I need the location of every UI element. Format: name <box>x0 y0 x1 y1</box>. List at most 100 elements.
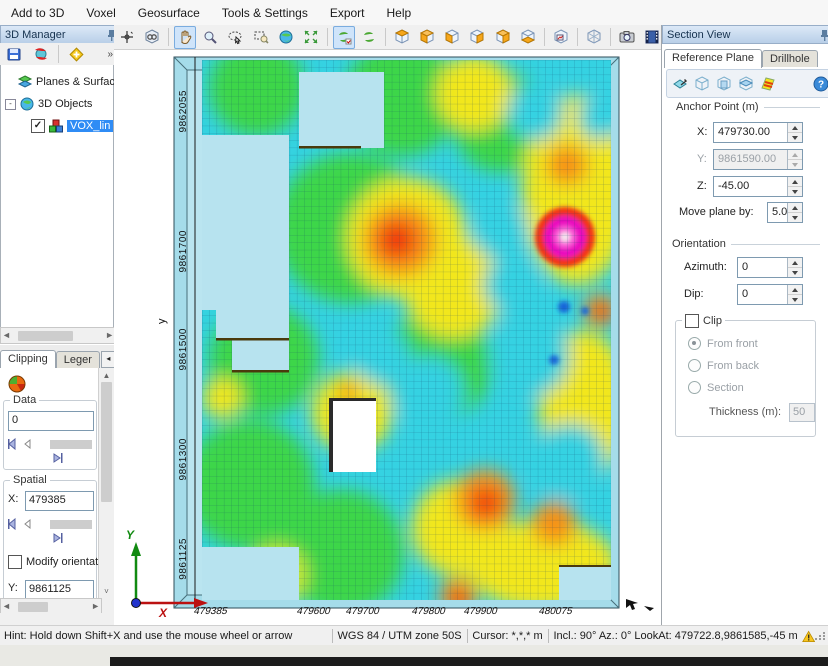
plot-view-button[interactable] <box>550 26 572 49</box>
perspective-button[interactable] <box>583 26 605 49</box>
dip-field[interactable]: 0 <box>737 284 803 305</box>
pick-button[interactable] <box>116 26 138 49</box>
radio-icon[interactable] <box>688 359 701 372</box>
y-axis-tick: 9861125 <box>178 538 189 580</box>
spinner[interactable] <box>787 123 802 142</box>
view-top-button[interactable] <box>391 26 413 49</box>
warning-icon[interactable] <box>802 629 815 644</box>
modify-orientation-checkbox[interactable] <box>8 555 22 569</box>
spinner[interactable] <box>787 203 802 222</box>
scroll-left-icon[interactable]: ◄ <box>2 331 11 340</box>
scroll-down-icon[interactable]: ˅ <box>99 587 114 596</box>
voxel-visibility-checkbox[interactable]: ✓ <box>31 119 45 133</box>
plane-in-cube-icon[interactable] <box>716 76 732 92</box>
tab-drillhole[interactable]: Drillhole <box>762 50 818 67</box>
slice-cube-icon[interactable] <box>738 76 754 92</box>
menu-voxel[interactable]: Voxel <box>75 1 126 25</box>
tree-item-3d-objects[interactable]: - 3D Objects <box>5 95 92 113</box>
clip-sphere-icon[interactable] <box>7 374 27 394</box>
refresh-view-button[interactable] <box>358 26 380 49</box>
tab-legend[interactable]: Leger <box>56 351 100 368</box>
spatial-x-field[interactable]: 479385 <box>25 491 94 511</box>
tab-reference-plane[interactable]: Reference Plane <box>664 49 762 68</box>
zoom-button[interactable] <box>199 26 221 49</box>
help-icon[interactable]: ? <box>813 76 828 92</box>
toolbar-separator <box>58 45 59 63</box>
cube-right-icon <box>520 29 536 45</box>
azimuth-field[interactable]: 0 <box>737 257 803 278</box>
add-item-button[interactable] <box>64 43 88 66</box>
svg-text:?: ? <box>818 79 824 90</box>
auto-refresh-button[interactable] <box>333 26 355 49</box>
lasso-select-button[interactable] <box>224 26 246 49</box>
link-views-button[interactable] <box>141 26 163 49</box>
menu-geosurface[interactable]: Geosurface <box>127 1 211 25</box>
record-video-button[interactable] <box>641 26 663 49</box>
scrollbar-thumb[interactable] <box>18 331 73 341</box>
fit-to-view-button[interactable] <box>300 26 322 49</box>
spatial-y-field[interactable]: 9861125 <box>25 580 94 600</box>
clip-legend: Clip <box>682 314 725 328</box>
spinner[interactable] <box>787 285 802 304</box>
clipping-vscrollbar[interactable]: ▲ ˅ <box>98 368 114 614</box>
spinner[interactable] <box>787 258 802 277</box>
collapse-icon[interactable]: - <box>5 99 16 110</box>
tree-item-label: Planes & Surfac <box>36 76 115 88</box>
add-icon <box>68 46 84 62</box>
colored-section-icon[interactable] <box>760 76 776 92</box>
modify-orientation-row[interactable]: Modify orientat <box>8 555 98 569</box>
menu-tools-settings[interactable]: Tools & Settings <box>211 1 319 25</box>
menu-add-to-3d[interactable]: Add to 3D <box>0 1 75 25</box>
clip-from-back-option[interactable]: From back <box>688 359 759 372</box>
voxel-heatmap[interactable] <box>202 60 611 600</box>
save-scene-button[interactable] <box>2 43 26 66</box>
world-extent-button[interactable] <box>275 26 297 49</box>
plane-cube-icon[interactable] <box>694 76 710 92</box>
pan-button[interactable] <box>174 26 196 49</box>
x-axis-tick: 479700 <box>345 606 381 617</box>
scroll-right-icon[interactable]: ► <box>91 602 100 611</box>
menu-export[interactable]: Export <box>319 1 376 25</box>
anchor-z-field[interactable]: -45.00 <box>713 176 803 197</box>
refresh-scene-button[interactable] <box>29 43 53 66</box>
scrollbar-thumb[interactable] <box>18 602 48 612</box>
tab-clipping[interactable]: Clipping <box>0 350 56 369</box>
scrollbar-thumb[interactable] <box>101 382 112 502</box>
anchor-x-field[interactable]: 479730.00 <box>713 122 803 143</box>
scroll-up-icon[interactable]: ▲ <box>99 368 114 380</box>
snapshot-button[interactable] <box>616 26 638 49</box>
edit-plane-icon[interactable] <box>672 76 688 92</box>
view-right-button[interactable] <box>517 26 539 49</box>
tree-hscrollbar[interactable]: ◄ ► <box>0 327 116 344</box>
triad-x-label: X <box>159 606 167 620</box>
spatial-slider[interactable] <box>6 517 94 545</box>
clip-section-option[interactable]: Section <box>688 381 744 394</box>
pin-icon[interactable] <box>819 29 828 41</box>
move-plane-field[interactable]: 5.0 <box>767 202 803 223</box>
scroll-right-icon[interactable]: ► <box>105 331 114 340</box>
data-slider[interactable] <box>6 437 94 465</box>
clip-checkbox[interactable] <box>685 314 699 328</box>
resize-grip[interactable] <box>815 632 826 640</box>
toolbar-separator <box>327 28 328 46</box>
view-left-button[interactable] <box>492 26 514 49</box>
viewport-3d[interactable]: 9862055 9861700 9861500 9861300 9861125 … <box>114 50 661 625</box>
spinner[interactable] <box>787 177 802 196</box>
radio-icon[interactable] <box>688 337 701 350</box>
save-icon <box>6 46 22 62</box>
menu-help[interactable]: Help <box>376 1 423 25</box>
cube-top-icon <box>394 29 410 45</box>
data-value-field[interactable]: 0 <box>8 411 94 431</box>
view-bottom-button[interactable] <box>416 26 438 49</box>
film-icon <box>644 29 660 45</box>
tree-item-voxel[interactable]: ✓ VOX_lin <box>31 117 113 135</box>
status-crs: WGS 84 / UTM zone 50S <box>338 630 462 642</box>
radio-icon[interactable] <box>688 381 701 394</box>
view-front-button[interactable] <box>441 26 463 49</box>
tree-item-planes-surfaces[interactable]: Planes & Surfac <box>17 73 115 91</box>
view-back-button[interactable] <box>466 26 488 49</box>
scroll-left-icon[interactable]: ◄ <box>2 602 11 611</box>
zoom-window-button[interactable] <box>250 26 272 49</box>
clip-from-front-option[interactable]: From front <box>688 337 758 350</box>
x-axis-tick: 479600 <box>296 606 332 617</box>
